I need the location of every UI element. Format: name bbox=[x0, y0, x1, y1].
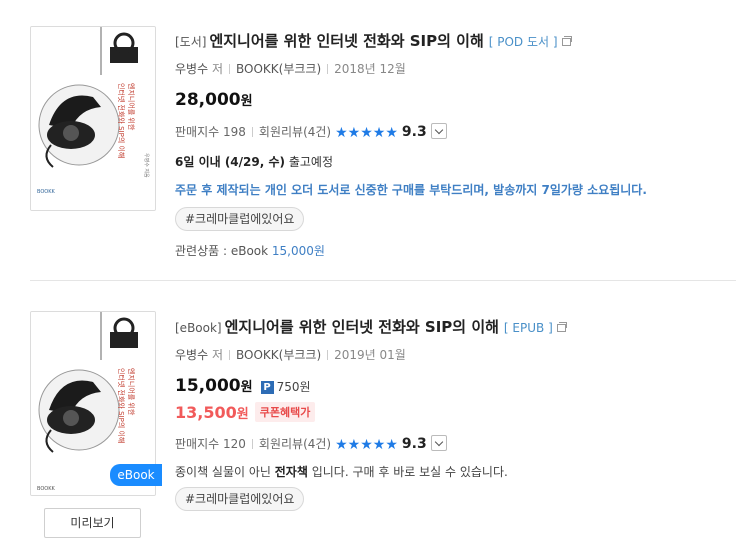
title-row: [eBook] 엔지니어를 위한 인터넷 전화와 SIP의 이해 [ EPUB ] bbox=[175, 316, 736, 340]
format-label[interactable]: [ EPUB ] bbox=[504, 321, 553, 335]
author-link[interactable]: 우병수 bbox=[175, 62, 208, 76]
cover-publisher-logo: BOOKK bbox=[37, 189, 55, 195]
price: 15,000 bbox=[175, 376, 241, 396]
pod-notice: 주문 후 제작되는 개인 오더 도서로 신중한 구매를 부탁드리며, 발송까지 … bbox=[175, 183, 647, 197]
review-count[interactable]: (4건) bbox=[303, 437, 331, 451]
related-products: 관련상품 : eBook 15,000원 bbox=[175, 242, 736, 262]
sales-index-label: 판매지수 bbox=[175, 125, 220, 139]
related-label[interactable]: 관련상품 : eBook bbox=[175, 244, 272, 258]
shipping-status: 출고예정 bbox=[285, 155, 333, 169]
separator bbox=[251, 439, 253, 449]
desc-post: 입니다. 구매 후 바로 보실 수 있습니다. bbox=[307, 465, 508, 479]
currency-unit: 원 bbox=[240, 380, 253, 395]
product-item-ebook: 엔지니어를 위한 인터넷 전화와 SIP의 이해 BOOKK eBook 미리보… bbox=[0, 282, 736, 543]
category-label: [eBook] bbox=[175, 321, 222, 335]
publisher-link[interactable]: BOOKK(부크크) bbox=[236, 348, 321, 362]
sales-index-value: 120 bbox=[223, 437, 246, 451]
new-window-icon[interactable] bbox=[561, 36, 572, 46]
publish-date: 2018년 12월 bbox=[334, 62, 406, 76]
rating-score: 9.3 bbox=[401, 124, 427, 140]
separator bbox=[327, 350, 329, 360]
ebook-badge: eBook bbox=[110, 464, 162, 486]
author-suffix: 저 bbox=[211, 348, 223, 362]
category-label: [도서] bbox=[175, 35, 207, 49]
review-label[interactable]: 회원리뷰 bbox=[259, 437, 303, 451]
publish-date: 2019년 01월 bbox=[334, 348, 406, 362]
cover-publisher-logo: BOOKK bbox=[37, 486, 55, 492]
author-suffix: 저 bbox=[211, 62, 223, 76]
review-count[interactable]: (4건) bbox=[303, 125, 331, 139]
price-row: 28,000원 bbox=[175, 90, 736, 114]
desc-bold: 전자책 bbox=[274, 465, 308, 479]
rating-row: 판매지수 120 회원리뷰(4건) ★★★★★ 9.3 bbox=[175, 435, 736, 457]
sales-index-label: 판매지수 bbox=[175, 437, 220, 451]
chevron-down-icon[interactable] bbox=[430, 435, 447, 451]
separator bbox=[327, 64, 329, 74]
author-publisher-row: 우병수 저 BOOKK(부크크) 2018년 12월 bbox=[175, 60, 736, 78]
price: 28,000 bbox=[175, 90, 241, 110]
product-item-pod: 엔지니어를 위한 인터넷 전화와 SIP의 이해 우병수 지음 BOOKK [도… bbox=[0, 0, 736, 282]
desc-pre: 종이책 실물이 아닌 bbox=[175, 465, 275, 479]
cover-title-line1: 엔지니어를 위한 bbox=[127, 83, 136, 131]
separator bbox=[229, 64, 230, 74]
cover-title-line2: 인터넷 전화와 SIP의 이해 bbox=[117, 83, 126, 158]
item-divider bbox=[30, 280, 736, 281]
publisher-link[interactable]: BOOKK(부크크) bbox=[236, 62, 321, 76]
crema-club-tag[interactable]: #크레마클럽에있어요 bbox=[175, 487, 305, 511]
author-publisher-row: 우병수 저 BOOKK(부크크) 2019년 01월 bbox=[175, 346, 736, 364]
book-title-link[interactable]: 엔지니어를 위한 인터넷 전화와 SIP의 이해 bbox=[225, 318, 499, 336]
book-title-link[interactable]: 엔지니어를 위한 인터넷 전화와 SIP의 이해 bbox=[209, 32, 483, 50]
rating-row: 판매지수 198 회원리뷰(4건) ★★★★★ 9.3 bbox=[175, 123, 736, 145]
title-row: [도서] 엔지니어를 위한 인터넷 전화와 SIP의 이해 [ POD 도서 ] bbox=[175, 30, 736, 54]
chevron-down-icon[interactable] bbox=[430, 123, 447, 139]
book-cover[interactable]: 엔지니어를 위한 인터넷 전화와 SIP의 이해 우병수 지음 BOOKK bbox=[30, 26, 156, 211]
cover-title-line1: 엔지니어를 위한 bbox=[127, 368, 136, 416]
new-window-icon[interactable] bbox=[556, 322, 567, 332]
preview-button[interactable]: 미리보기 bbox=[44, 508, 141, 538]
format-label[interactable]: [ POD 도서 ] bbox=[489, 35, 558, 49]
rating-score: 9.3 bbox=[401, 436, 427, 452]
related-price[interactable]: 15,000원 bbox=[272, 244, 325, 258]
sales-index-value: 198 bbox=[223, 125, 246, 139]
ebook-description: 종이책 실물이 아닌 전자책 입니다. 구매 후 바로 보실 수 있습니다. bbox=[175, 463, 736, 483]
points-icon: P bbox=[260, 381, 274, 394]
rating-stars-icon: ★★★★★ bbox=[335, 437, 398, 453]
author-link[interactable]: 우병수 bbox=[175, 348, 208, 362]
rating-stars-icon: ★★★★★ bbox=[335, 125, 398, 141]
coupon-badge[interactable]: 쿠폰혜택가 bbox=[254, 402, 316, 422]
crema-club-tag[interactable]: #크레마클럽에있어요 bbox=[175, 207, 305, 231]
separator bbox=[229, 350, 230, 360]
cover-author: 우병수 지음 bbox=[143, 153, 150, 178]
cover-title-line2: 인터넷 전화와 SIP의 이해 bbox=[117, 368, 126, 443]
points-value: 750원 bbox=[276, 380, 311, 394]
shipping-row: 6일 이내 (4/29, 수) 출고예정 bbox=[175, 153, 736, 173]
price-row: 15,000원 P 750원 bbox=[175, 376, 736, 400]
telephone-illustration: 엔지니어를 위한 인터넷 전화와 SIP의 이해 우병수 지음 BOOKK bbox=[31, 27, 155, 210]
review-label[interactable]: 회원리뷰 bbox=[259, 125, 303, 139]
product-info: [eBook] 엔지니어를 위한 인터넷 전화와 SIP의 이해[ EPUB ] … bbox=[175, 316, 736, 511]
sale-currency-unit: 원 bbox=[236, 407, 249, 422]
product-info: [도서] 엔지니어를 위한 인터넷 전화와 SIP의 이해 [ POD 도서 ] 우… bbox=[175, 30, 736, 262]
sale-price: 13,500 bbox=[175, 403, 237, 422]
currency-unit: 원 bbox=[240, 94, 253, 109]
separator bbox=[251, 127, 253, 137]
sale-price-row: 13,500원 쿠폰혜택가 bbox=[175, 402, 736, 426]
shipping-date: 6일 이내 (4/29, 수) bbox=[175, 155, 286, 169]
